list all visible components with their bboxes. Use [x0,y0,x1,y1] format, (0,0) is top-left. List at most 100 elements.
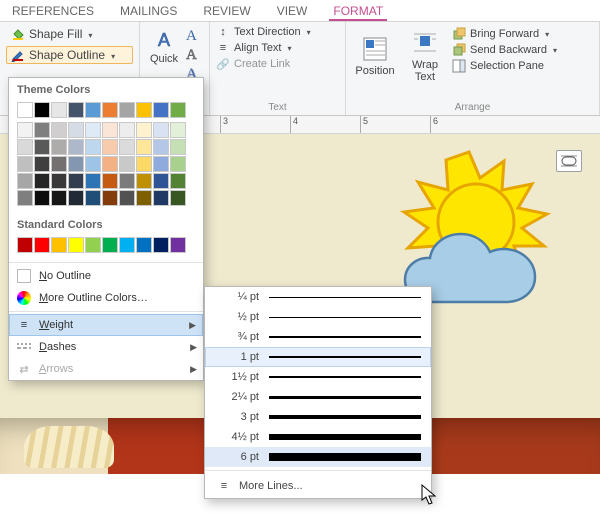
weight-option[interactable]: 6 pt [205,447,431,467]
color-swatch[interactable] [68,122,84,138]
color-swatch[interactable] [170,190,186,206]
text-direction-button[interactable]: ↕Text Direction [216,25,339,39]
align-text-button[interactable]: ≡Align Text [216,41,339,55]
color-swatch[interactable] [136,156,152,172]
position-button[interactable]: Position [352,25,398,87]
no-outline-item[interactable]: No Outline [9,265,203,287]
tab-review[interactable]: REVIEW [199,4,254,21]
color-swatch[interactable] [119,190,135,206]
weight-option[interactable]: 3 pt [205,407,431,427]
color-swatch[interactable] [51,102,67,118]
selection-pane-button[interactable]: Selection Pane [452,59,557,73]
weight-option[interactable]: 1½ pt [205,367,431,387]
color-swatch[interactable] [68,102,84,118]
color-swatch[interactable] [102,122,118,138]
color-swatch[interactable] [119,139,135,155]
color-swatch[interactable] [170,139,186,155]
color-swatch[interactable] [85,237,101,253]
color-swatch[interactable] [51,122,67,138]
color-swatch[interactable] [34,102,50,118]
send-backward-button[interactable]: Send Backward [452,43,557,57]
color-swatch[interactable] [119,173,135,189]
color-swatch[interactable] [170,237,186,253]
color-swatch[interactable] [136,190,152,206]
color-swatch[interactable] [153,122,169,138]
color-swatch[interactable] [136,173,152,189]
color-swatch[interactable] [85,139,101,155]
color-swatch[interactable] [85,102,101,118]
dashes-item[interactable]: Dashes▶ [9,336,203,358]
weight-option[interactable]: 4½ pt [205,427,431,447]
color-swatch[interactable] [153,139,169,155]
color-swatch[interactable] [34,190,50,206]
color-swatch[interactable] [102,173,118,189]
color-swatch[interactable] [34,173,50,189]
color-swatch[interactable] [136,139,152,155]
color-swatch[interactable] [85,122,101,138]
color-swatch[interactable] [34,139,50,155]
color-swatch[interactable] [51,173,67,189]
weight-option[interactable]: ¾ pt [205,327,431,347]
color-swatch[interactable] [85,173,101,189]
color-swatch[interactable] [17,237,33,253]
color-swatch[interactable] [17,139,33,155]
color-swatch[interactable] [68,156,84,172]
color-swatch[interactable] [102,102,118,118]
shape-outline-button[interactable]: Shape Outline [6,46,133,64]
color-swatch[interactable] [153,173,169,189]
color-swatch[interactable] [34,156,50,172]
tab-format[interactable]: FORMAT [329,4,387,21]
color-swatch[interactable] [119,122,135,138]
color-swatch[interactable] [34,122,50,138]
color-swatch[interactable] [17,156,33,172]
weight-option[interactable]: ½ pt [205,307,431,327]
color-swatch[interactable] [119,102,135,118]
color-swatch[interactable] [136,122,152,138]
color-swatch[interactable] [51,237,67,253]
color-swatch[interactable] [51,156,67,172]
color-swatch[interactable] [34,237,50,253]
color-swatch[interactable] [68,190,84,206]
color-swatch[interactable] [119,237,135,253]
color-swatch[interactable] [17,173,33,189]
color-swatch[interactable] [170,102,186,118]
color-swatch[interactable] [17,190,33,206]
quick-styles-button[interactable]: A Quick [146,25,182,69]
weight-option[interactable]: 2¼ pt [205,387,431,407]
color-swatch[interactable] [85,156,101,172]
tab-view[interactable]: VIEW [273,4,312,21]
color-swatch[interactable] [68,173,84,189]
tab-references[interactable]: REFERENCES [8,4,98,21]
color-swatch[interactable] [170,156,186,172]
bring-forward-button[interactable]: Bring Forward [452,27,557,41]
text-outline-icon[interactable]: A [186,47,197,64]
color-swatch[interactable] [153,102,169,118]
color-swatch[interactable] [102,190,118,206]
color-swatch[interactable] [170,122,186,138]
color-swatch[interactable] [17,122,33,138]
color-swatch[interactable] [85,190,101,206]
wrap-text-button[interactable]: Wrap Text [402,25,448,87]
color-swatch[interactable] [17,102,33,118]
more-lines-item[interactable]: ≡More Lines... [205,474,431,498]
create-link-button[interactable]: 🔗Create Link [216,57,339,71]
weight-item[interactable]: ≡Weight▶ [9,314,203,336]
tab-mailings[interactable]: MAILINGS [116,4,181,21]
color-swatch[interactable] [102,139,118,155]
color-swatch[interactable] [170,173,186,189]
weight-option[interactable]: 1 pt [205,347,431,367]
text-fill-icon[interactable]: A [186,28,197,45]
shape-fill-button[interactable]: Shape Fill [6,25,133,43]
color-swatch[interactable] [153,156,169,172]
color-swatch[interactable] [102,237,118,253]
color-swatch[interactable] [68,139,84,155]
color-swatch[interactable] [102,156,118,172]
color-swatch[interactable] [68,237,84,253]
color-swatch[interactable] [136,102,152,118]
more-outline-colors-item[interactable]: More Outline Colors… [9,287,203,309]
color-swatch[interactable] [51,190,67,206]
weight-option[interactable]: ¼ pt [205,287,431,307]
color-swatch[interactable] [119,156,135,172]
color-swatch[interactable] [153,237,169,253]
color-swatch[interactable] [51,139,67,155]
